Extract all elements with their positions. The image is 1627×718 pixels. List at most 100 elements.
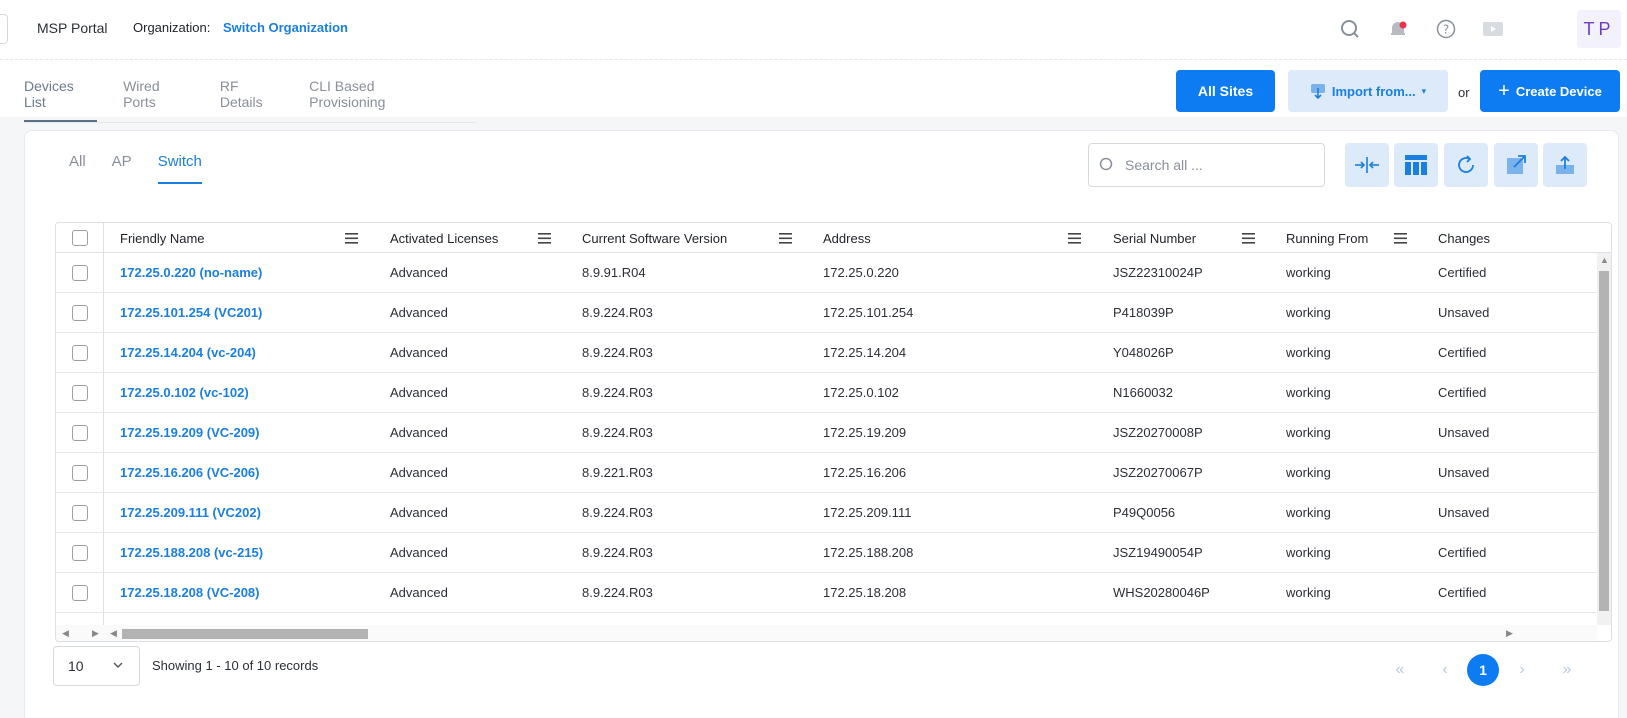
scroll-right-icon[interactable]: ▶ (1506, 628, 1513, 639)
page-nav-row: Devices List Wired Ports RF Details CLI … (0, 60, 1627, 123)
table-header: Friendly Name Activated Licenses Current… (56, 223, 1611, 253)
friendly-name-link[interactable]: 172.25.19.209 (VC-209) (120, 413, 259, 452)
row-select-cell (56, 293, 104, 332)
column-menu-icon[interactable] (779, 223, 792, 253)
table-row[interactable]: 172.25.0.220 (no-name) Advanced 8.9.91.R… (56, 253, 1596, 293)
running-from-cell: working (1286, 585, 1331, 600)
column-menu-icon[interactable] (1394, 223, 1407, 253)
column-header-software-version[interactable]: Current Software Version (582, 223, 727, 253)
first-page-icon[interactable]: « (1384, 654, 1416, 686)
column-header-activated-licenses[interactable]: Activated Licenses (390, 223, 498, 253)
serial-number-cell: JSZ22310024P (1113, 265, 1203, 280)
serial-number-cell: WHS20280046P (1113, 585, 1210, 600)
tab-rf-details[interactable]: RF Details (220, 78, 283, 122)
scroll-left-icon[interactable]: ◀ (62, 628, 69, 639)
horizontal-scrollbar[interactable]: ◀ ▶ ◀ ▶ (56, 625, 1597, 641)
software-version-cell: 8.9.224.R03 (582, 345, 653, 360)
organization-name-link[interactable]: Switch Organization (223, 20, 348, 35)
tab-wired-ports[interactable]: Wired Ports (123, 78, 194, 122)
tab-ap[interactable]: AP (112, 153, 132, 184)
row-checkbox[interactable] (71, 504, 88, 521)
next-page-icon[interactable]: › (1506, 654, 1538, 686)
select-all-checkbox[interactable] (71, 229, 88, 246)
page-size-select[interactable]: 10 (53, 646, 140, 686)
table-row[interactable]: 172.25.16.206 (VC-206) Advanced 8.9.221.… (56, 453, 1596, 493)
friendly-name-link[interactable]: 172.25.18.208 (VC-208) (120, 573, 259, 612)
create-device-button[interactable]: + Create Device (1480, 70, 1620, 112)
help-icon[interactable]: ? (1434, 17, 1458, 41)
row-checkbox[interactable] (71, 384, 88, 401)
column-header-friendly-name[interactable]: Friendly Name (120, 223, 205, 253)
tab-cli-provisioning[interactable]: CLI Based Provisioning (309, 78, 450, 122)
license-cell: Advanced (390, 465, 448, 480)
column-menu-icon[interactable] (1242, 223, 1255, 253)
table-row[interactable]: 172.25.19.209 (VC-209) Advanced 8.9.224.… (56, 413, 1596, 453)
tab-devices-list[interactable]: Devices List (24, 78, 98, 122)
tab-all[interactable]: All (69, 153, 86, 184)
export-upload-button[interactable] (1543, 143, 1587, 187)
open-external-button[interactable] (1494, 143, 1538, 187)
address-cell: 172.25.101.254 (823, 305, 914, 320)
column-header-address[interactable]: Address (823, 223, 871, 253)
page-number-button[interactable]: 1 (1467, 654, 1499, 686)
table-row[interactable]: 172.25.18.208 (VC-208) Advanced 8.9.224.… (56, 573, 1596, 613)
row-checkbox[interactable] (71, 264, 88, 281)
running-from-cell: working (1286, 305, 1331, 320)
sidebar-toggle-edge[interactable] (0, 14, 8, 44)
column-menu-icon[interactable] (538, 223, 551, 253)
friendly-name-link[interactable]: 172.25.209.111 (VC202) (120, 493, 261, 532)
table-row[interactable]: 172.25.101.254 (VC201) Advanced 8.9.224.… (56, 293, 1596, 333)
or-text: or (1458, 85, 1470, 100)
changes-cell: Unsaved (1438, 465, 1490, 480)
changes-cell: Certified (1438, 265, 1487, 280)
user-avatar[interactable]: TP (1577, 10, 1621, 48)
table-row[interactable]: 172.25.11.101 (vc101) Advanced 8.9.224.R… (56, 613, 1596, 641)
scroll-right-icon[interactable]: ▶ (92, 628, 99, 639)
tab-switch[interactable]: Switch (157, 153, 202, 184)
column-header-serial-number[interactable]: Serial Number (1113, 223, 1196, 253)
friendly-name-link[interactable]: 172.25.16.206 (VC-206) (120, 453, 259, 492)
vertical-scroll-thumb[interactable] (1599, 271, 1609, 611)
last-page-icon[interactable]: » (1551, 654, 1583, 686)
license-cell: Advanced (390, 585, 448, 600)
table-row[interactable]: 172.25.14.204 (vc-204) Advanced 8.9.224.… (56, 333, 1596, 373)
table-columns-button[interactable] (1394, 143, 1438, 187)
table-row[interactable]: 172.25.0.102 (vc-102) Advanced 8.9.224.R… (56, 373, 1596, 413)
column-menu-icon[interactable] (1068, 223, 1081, 253)
row-checkbox[interactable] (71, 464, 88, 481)
friendly-name-link[interactable]: 172.25.0.220 (no-name) (120, 253, 262, 292)
friendly-name-link[interactable]: 172.25.14.204 (vc-204) (120, 333, 256, 372)
portal-brand[interactable]: MSP Portal (37, 20, 108, 36)
column-menu-icon[interactable] (345, 223, 358, 253)
row-checkbox[interactable] (71, 544, 88, 561)
previous-page-icon[interactable]: ‹ (1429, 654, 1461, 686)
column-header-changes[interactable]: Changes (1438, 223, 1490, 253)
search-input[interactable] (1125, 157, 1305, 173)
changes-cell: Unsaved (1438, 505, 1490, 520)
friendly-name-link[interactable]: 172.25.188.208 (vc-215) (120, 533, 263, 572)
row-checkbox[interactable] (71, 344, 88, 361)
table-row[interactable]: 172.25.188.208 (vc-215) Advanced 8.9.224… (56, 533, 1596, 573)
refresh-button[interactable] (1444, 143, 1488, 187)
video-icon[interactable] (1481, 17, 1505, 41)
scroll-left-icon[interactable]: ◀ (110, 628, 117, 639)
search-icon[interactable] (1338, 17, 1362, 41)
row-checkbox[interactable] (71, 424, 88, 441)
scroll-up-icon[interactable]: ▲ (1600, 255, 1609, 265)
license-cell: Advanced (390, 545, 448, 560)
row-checkbox[interactable] (71, 584, 88, 601)
vertical-scrollbar[interactable]: ▲ (1597, 253, 1611, 625)
all-sites-button[interactable]: All Sites (1176, 70, 1275, 112)
friendly-name-link[interactable]: 172.25.0.102 (vc-102) (120, 373, 249, 412)
notification-bell-icon[interactable] (1386, 17, 1410, 41)
running-from-cell: working (1286, 385, 1331, 400)
page-size-value: 10 (68, 658, 84, 674)
collapse-columns-button[interactable] (1345, 143, 1389, 187)
changes-cell: Unsaved (1438, 305, 1490, 320)
table-row[interactable]: 172.25.209.111 (VC202) Advanced 8.9.224.… (56, 493, 1596, 533)
import-dropdown-button[interactable]: Import from... ▾ (1288, 70, 1448, 112)
row-checkbox[interactable] (71, 304, 88, 321)
friendly-name-link[interactable]: 172.25.101.254 (VC201) (120, 293, 262, 332)
column-header-running-from[interactable]: Running From (1286, 223, 1368, 253)
horizontal-scroll-thumb[interactable] (122, 629, 368, 639)
